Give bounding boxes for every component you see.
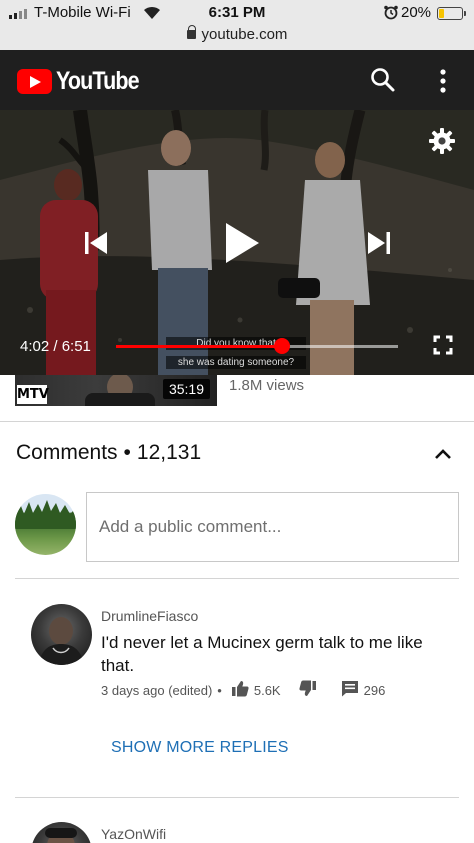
battery-percent: 20% — [401, 4, 432, 21]
alarm-icon — [384, 5, 398, 25]
comments-title: Comments — [16, 441, 118, 464]
youtube-logo[interactable]: YouTube — [17, 67, 152, 96]
fullscreen-icon[interactable] — [433, 335, 453, 360]
progress-played — [116, 345, 283, 348]
play-icon[interactable] — [224, 222, 260, 269]
status-bar: T-Mobile Wi-Fi 6:31 PM 20% youtube.com — [0, 0, 474, 50]
comment-text: I'd never let a Mucinex germ talk to me … — [101, 633, 423, 675]
next-video-strip[interactable]: MTV 35:19 1.8M views — [0, 375, 474, 408]
search-icon[interactable] — [370, 67, 396, 93]
progress-bar[interactable] — [116, 338, 398, 354]
add-comment-input[interactable] — [87, 493, 458, 561]
divider — [15, 578, 459, 579]
url-text: youtube.com — [201, 26, 288, 43]
comment-meta: 3 days ago (edited) • 5.6K 296 — [101, 680, 385, 700]
logo-text: YouTube — [56, 67, 140, 95]
thumbs-down-icon[interactable] — [299, 680, 317, 700]
comment-author[interactable]: DrumlineFiasco — [101, 608, 198, 624]
progress-scrubber-handle[interactable] — [274, 338, 291, 354]
add-comment-box[interactable] — [86, 492, 459, 562]
next-video-views: 1.8M views — [229, 377, 305, 394]
app-header: YouTube — [0, 50, 474, 110]
battery-icon — [437, 7, 466, 20]
video-time-display: 4:02 / 6:51 — [20, 338, 91, 355]
divider — [15, 797, 459, 798]
next-icon[interactable] — [367, 231, 391, 260]
like-count: 5.6K — [253, 682, 281, 698]
url-bar[interactable]: youtube.com — [0, 25, 474, 43]
youtube-play-logo-icon — [17, 69, 52, 94]
comments-count: 12,131 — [136, 441, 202, 464]
caption-line-2: she was dating someone? — [166, 356, 306, 369]
comment-author[interactable]: YazOnWifi — [101, 826, 166, 842]
next-video-duration: 35:19 — [162, 379, 210, 399]
show-more-replies-button[interactable]: SHOW MORE REPLIES — [111, 739, 289, 757]
commenter-avatar[interactable] — [31, 822, 92, 843]
lock-icon — [186, 25, 197, 39]
previous-icon[interactable] — [84, 231, 108, 260]
video-player[interactable]: 4:02 / 6:51 Did you know that she was da… — [0, 110, 474, 375]
user-avatar — [15, 494, 76, 555]
next-video-thumbnail[interactable]: MTV 35:19 — [15, 375, 217, 406]
chevron-up-icon[interactable] — [434, 447, 452, 461]
comment-reply-icon[interactable] — [341, 680, 359, 700]
more-vert-icon[interactable] — [433, 68, 453, 94]
divider — [0, 421, 474, 422]
reply-count: 296 — [363, 682, 386, 698]
comment-time: 3 days ago (edited) — [101, 682, 213, 698]
comments-header: Comments • 12,131 — [16, 441, 202, 464]
commenter-avatar[interactable] — [31, 604, 92, 665]
settings-gear-icon[interactable] — [428, 127, 456, 160]
mtv-logo: MTV — [17, 385, 49, 404]
thumbs-up-icon[interactable] — [231, 680, 249, 700]
